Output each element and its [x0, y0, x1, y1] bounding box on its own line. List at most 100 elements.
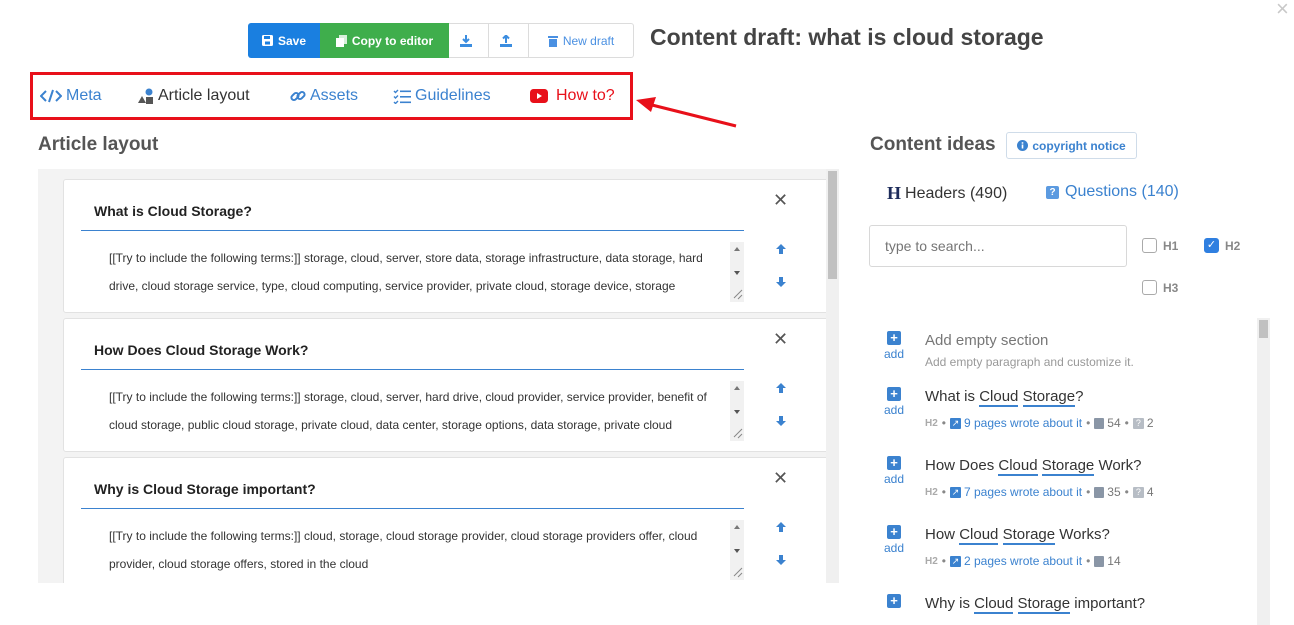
filter-h3-label: H3 [1163, 280, 1179, 295]
layout-panel: What is Cloud Storage? ✕ [[Try to includ… [38, 169, 838, 583]
add-label: add [883, 472, 905, 486]
move-down-icon[interactable] [775, 554, 787, 566]
document-icon [1094, 417, 1105, 429]
pages-link[interactable]: 2 pages wrote about it [964, 554, 1082, 568]
section-text-area[interactable]: [[Try to include the following terms:]] … [109, 383, 729, 439]
add-label: add [883, 403, 905, 417]
plus-icon: + [887, 525, 901, 539]
annotation-arrow-icon [636, 97, 737, 128]
plus-icon: + [887, 594, 901, 608]
filter-h1-label: H1 [1163, 238, 1179, 253]
external-link-icon: ↗ [950, 486, 961, 498]
move-down-icon[interactable] [775, 415, 787, 427]
move-down-icon[interactable] [775, 276, 787, 288]
new-draft-button[interactable]: New draft [529, 23, 634, 58]
copyright-notice-button[interactable]: copyright notice [1006, 132, 1137, 159]
add-label: add [883, 541, 905, 555]
header-h-icon: H [887, 183, 902, 203]
idea-title: What is Cloud Storage? [925, 388, 1084, 407]
filter-h2-checkbox[interactable]: ✓ H2 [1204, 238, 1240, 253]
filter-h1-checkbox[interactable]: H1 [1142, 238, 1178, 253]
filter-h2-label: H2 [1225, 238, 1241, 253]
section-text-area[interactable]: [[Try to include the following terms:]] … [109, 522, 729, 578]
page-title: Content draft: what is cloud storage [650, 24, 1044, 50]
add-button[interactable]: + add [882, 456, 906, 487]
external-link-icon: ↗ [950, 417, 961, 429]
add-button[interactable]: + add [882, 525, 906, 556]
move-up-icon[interactable] [775, 243, 787, 255]
idea-title: Add empty section [925, 332, 1049, 349]
idea-title: How Cloud Storage Works? [925, 526, 1110, 545]
tab-headers[interactable]: H Headers (490) [887, 183, 1007, 204]
section-text-area[interactable]: [[Try to include the following terms:]] … [109, 244, 729, 300]
textarea-scroll-icon[interactable] [730, 520, 744, 580]
tab-assets-label: Assets [310, 87, 359, 104]
close-icon[interactable]: × [1276, 0, 1294, 20]
tab-guidelines-label: Guidelines [415, 87, 491, 104]
textarea-scroll-icon[interactable] [730, 242, 744, 302]
checkbox-box[interactable] [1142, 280, 1157, 295]
idea-title: How Does Cloud Storage Work? [925, 457, 1142, 476]
copy-icon [335, 34, 347, 47]
copy-to-editor-button[interactable]: Copy to editor [320, 23, 449, 58]
idea-meta: H2 • ↗ 7 pages wrote about it • 35 •? 4 [925, 485, 1154, 499]
ideas-scrollbar[interactable] [1257, 318, 1270, 625]
tab-how-to[interactable]: How to? [530, 87, 615, 105]
pages-link[interactable]: 7 pages wrote about it [964, 485, 1082, 499]
ideas-list: + add Add empty section Add empty paragra… [869, 318, 1260, 625]
floppy-icon [261, 35, 273, 46]
code-icon [40, 89, 62, 103]
section-title-input[interactable]: How Does Cloud Storage Work? [81, 330, 744, 370]
tab-assets[interactable]: Assets [290, 87, 358, 105]
copy-label: Copy to editor [351, 33, 434, 48]
plus-icon: + [887, 387, 901, 401]
tab-meta[interactable]: Meta [40, 87, 102, 105]
search-input[interactable] [869, 225, 1127, 267]
tab-guidelines[interactable]: Guidelines [393, 87, 491, 105]
idea-meta: H2 • ↗ 2 pages wrote about it • 14 [925, 554, 1121, 568]
info-icon [1017, 140, 1029, 151]
section-card: What is Cloud Storage? ✕ [[Try to includ… [63, 179, 829, 313]
move-up-icon[interactable] [775, 521, 787, 533]
link-icon [290, 90, 306, 102]
layout-scrollbar[interactable] [826, 169, 839, 583]
add-button[interactable]: + add [882, 387, 906, 418]
article-layout-heading: Article layout [38, 134, 159, 155]
question-icon: ? [1132, 417, 1144, 429]
list-item: + add What is Cloud Storage? H2 • ↗ 9 pages … [869, 374, 1257, 444]
scrollbar-thumb[interactable] [828, 171, 837, 279]
toolbar: Save Copy to editor New draft [248, 23, 634, 58]
add-button[interactable]: + [882, 594, 906, 610]
add-button[interactable]: + add [882, 331, 906, 362]
save-button[interactable]: Save [248, 23, 320, 58]
download-button[interactable] [449, 23, 489, 58]
external-link-icon: ↗ [950, 555, 961, 567]
pages-link[interactable]: 9 pages wrote about it [964, 416, 1082, 430]
question-icon: ? [1046, 185, 1059, 199]
checkbox-box[interactable] [1142, 238, 1157, 253]
scrollbar-thumb[interactable] [1259, 320, 1268, 338]
filter-h3-checkbox[interactable]: H3 [1142, 280, 1178, 295]
section-title-input[interactable]: Why is Cloud Storage important? [81, 469, 744, 509]
remove-section-icon[interactable]: ✕ [773, 190, 788, 211]
list-item: + Why is Cloud Storage important? [869, 581, 1257, 625]
tab-article-layout[interactable]: Article layout [137, 87, 250, 105]
textarea-scroll-icon[interactable] [730, 381, 744, 441]
move-up-icon[interactable] [775, 382, 787, 394]
tab-questions[interactable]: ? Questions (140) [1046, 183, 1179, 201]
question-icon: ? [1132, 486, 1144, 498]
idea-subtitle: Add empty paragraph and customize it. [925, 355, 1134, 369]
save-label: Save [277, 33, 307, 48]
new-draft-label: New draft [562, 33, 615, 48]
remove-section-icon[interactable]: ✕ [773, 468, 788, 489]
section-card: How Does Cloud Storage Work? ✕ [[Try to … [63, 318, 829, 452]
content-ideas-heading: Content ideas [870, 134, 996, 155]
document-icon [1094, 486, 1105, 498]
tab-meta-label: Meta [66, 87, 102, 104]
remove-section-icon[interactable]: ✕ [773, 329, 788, 350]
shapes-icon [138, 88, 153, 104]
idea-meta: H2 • ↗ 9 pages wrote about it • 54 •? 2 [925, 416, 1154, 430]
upload-button[interactable] [489, 23, 529, 58]
section-title-input[interactable]: What is Cloud Storage? [81, 191, 744, 231]
checkmark-icon[interactable]: ✓ [1204, 238, 1219, 253]
